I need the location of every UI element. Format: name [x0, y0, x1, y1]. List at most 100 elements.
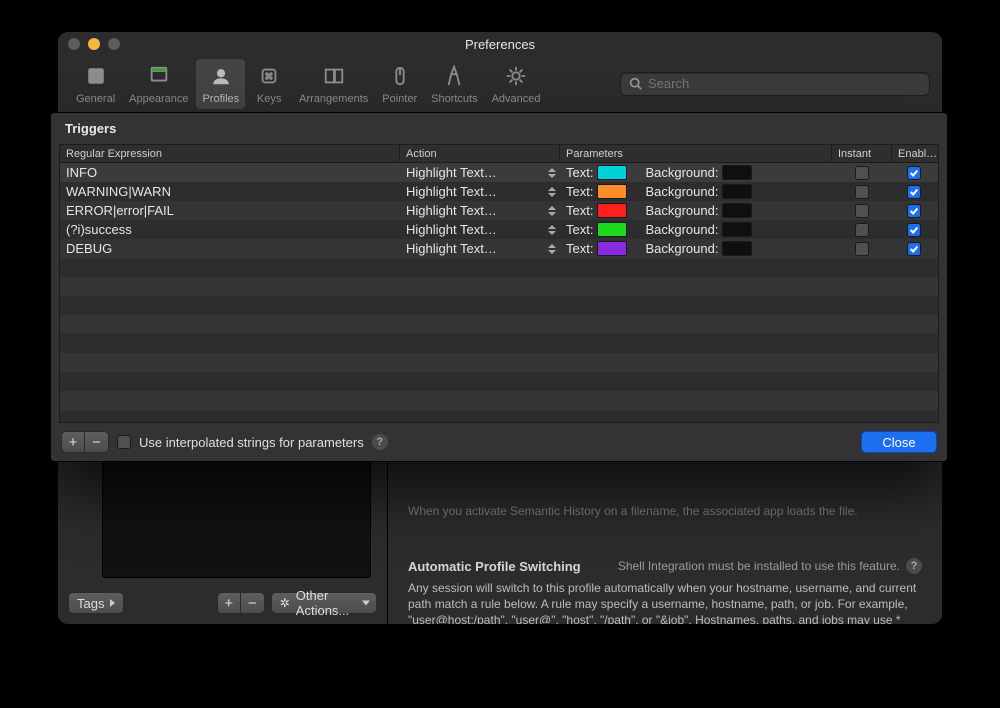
profiles-icon	[208, 63, 234, 89]
keys-icon: ⌘	[256, 63, 282, 89]
instant-checkbox[interactable]	[855, 185, 869, 199]
param-bg-label: Background:	[645, 222, 718, 237]
add-trigger-button[interactable]: +	[61, 431, 85, 453]
regex-cell[interactable]: WARNING|WARN	[60, 184, 400, 199]
interpolated-checkbox[interactable]	[117, 435, 131, 449]
tab-profiles[interactable]: Profiles	[196, 59, 245, 109]
text-color-well[interactable]	[597, 203, 627, 218]
background-color-well[interactable]	[722, 165, 752, 180]
instant-checkbox[interactable]	[855, 204, 869, 218]
titlebar: Preferences	[58, 32, 942, 56]
col-enabled[interactable]: Enabl…	[892, 145, 936, 162]
tab-label: Shortcuts	[431, 93, 477, 105]
tab-general[interactable]: General	[70, 59, 121, 109]
action-stepper[interactable]	[548, 168, 556, 178]
remove-profile-button[interactable]: −	[241, 592, 265, 614]
tab-label: Arrangements	[299, 93, 368, 105]
tab-label: Appearance	[129, 93, 188, 105]
interpolated-label: Use interpolated strings for parameters	[139, 435, 364, 450]
empty-row	[60, 315, 938, 334]
action-stepper[interactable]	[548, 206, 556, 216]
enabled-checkbox[interactable]	[907, 223, 921, 237]
other-actions-menu[interactable]: ✲ Other Actions...	[271, 592, 377, 614]
table-row[interactable]: WARNING|WARNHighlight Text…Text:Backgrou…	[60, 182, 938, 201]
triggers-grid: Regular Expression Action Parameters Ins…	[59, 144, 939, 423]
tags-button[interactable]: Tags	[68, 592, 124, 614]
text-color-well[interactable]	[597, 241, 627, 256]
text-color-well[interactable]	[597, 165, 627, 180]
aps-header: Automatic Profile Switching	[408, 559, 581, 574]
instant-checkbox[interactable]	[855, 223, 869, 237]
instant-checkbox[interactable]	[855, 242, 869, 256]
action-cell[interactable]: Highlight Text…	[400, 165, 560, 180]
text-color-well[interactable]	[597, 222, 627, 237]
param-bg-label: Background:	[645, 184, 718, 199]
action-stepper[interactable]	[548, 225, 556, 235]
action-label: Highlight Text…	[406, 241, 544, 256]
background-color-well[interactable]	[722, 222, 752, 237]
action-stepper[interactable]	[548, 244, 556, 254]
add-profile-button[interactable]: +	[217, 592, 241, 614]
col-action[interactable]: Action	[400, 145, 560, 162]
tab-label: Advanced	[492, 93, 541, 105]
close-button-label: Close	[882, 435, 915, 450]
action-label: Highlight Text…	[406, 165, 544, 180]
parameters-cell: Text:Background:	[560, 184, 832, 199]
tab-appearance[interactable]: Appearance	[123, 59, 194, 109]
action-cell[interactable]: Highlight Text…	[400, 222, 560, 237]
param-text-label: Text:	[566, 165, 593, 180]
grid-header: Regular Expression Action Parameters Ins…	[60, 145, 938, 163]
parameters-cell: Text:Background:	[560, 241, 832, 256]
param-bg-label: Background:	[645, 203, 718, 218]
appearance-icon	[146, 63, 172, 89]
action-cell[interactable]: Highlight Text…	[400, 241, 560, 256]
col-params[interactable]: Parameters	[560, 145, 832, 162]
parameters-cell: Text: Background:	[560, 222, 832, 237]
regex-cell[interactable]: ERROR|error|FAIL	[60, 203, 400, 218]
table-row[interactable]: DEBUG Highlight Text… Text:Background:	[60, 239, 938, 258]
tab-pointer[interactable]: Pointer	[376, 59, 423, 109]
shortcuts-icon	[441, 63, 467, 89]
search-input[interactable]	[648, 76, 921, 91]
enabled-checkbox[interactable]	[907, 204, 921, 218]
enabled-checkbox[interactable]	[907, 242, 921, 256]
table-row[interactable]: (?i)successHighlight Text… Text: Backgroun…	[60, 220, 938, 239]
action-cell[interactable]: Highlight Text…	[400, 203, 560, 218]
action-cell[interactable]: Highlight Text…	[400, 184, 560, 199]
arrangements-icon	[321, 63, 347, 89]
background-color-well[interactable]	[722, 241, 752, 256]
tab-arrangements[interactable]: Arrangements	[293, 59, 374, 109]
enabled-checkbox[interactable]	[907, 185, 921, 199]
gear-small-icon: ✲	[280, 596, 290, 610]
col-instant[interactable]: Instant	[832, 145, 892, 162]
interpolated-help-button[interactable]: ?	[372, 434, 388, 450]
regex-cell[interactable]: (?i)success	[60, 222, 400, 237]
tab-advanced[interactable]: Advanced	[486, 59, 547, 109]
tab-shortcuts[interactable]: Shortcuts	[425, 59, 483, 109]
regex-cell[interactable]: DEBUG	[60, 241, 400, 256]
search-field[interactable]	[620, 72, 930, 96]
table-row[interactable]: ERROR|error|FAILHighlight Text…Text:Back…	[60, 201, 938, 220]
background-color-well[interactable]	[722, 184, 752, 199]
gear-icon	[503, 63, 529, 89]
regex-cell[interactable]: INFO	[60, 165, 400, 180]
text-color-well[interactable]	[597, 184, 627, 199]
parameters-cell: Text:Background:	[560, 203, 832, 218]
tab-keys[interactable]: ⌘ Keys	[247, 59, 291, 109]
background-color-well[interactable]	[722, 203, 752, 218]
aps-body: Any session will switch to this profile …	[408, 580, 922, 624]
table-row[interactable]: INFOHighlight Text…Text:Background:	[60, 163, 938, 182]
col-regex[interactable]: Regular Expression	[60, 145, 400, 162]
toolbar: General Appearance Profiles ⌘ Keys Arran…	[58, 56, 942, 114]
close-button[interactable]: Close	[861, 431, 937, 453]
remove-trigger-button[interactable]: −	[85, 431, 109, 453]
enabled-checkbox[interactable]	[907, 166, 921, 180]
param-text-label: Text:	[566, 222, 593, 237]
action-stepper[interactable]	[548, 187, 556, 197]
empty-row	[60, 334, 938, 353]
tab-label: Profiles	[202, 93, 239, 105]
aps-help-button[interactable]: ?	[906, 558, 922, 574]
instant-checkbox[interactable]	[855, 166, 869, 180]
window-title: Preferences	[58, 37, 942, 52]
profile-sidebar-toolbar: Tags + − ✲ Other Actions...	[68, 592, 377, 614]
